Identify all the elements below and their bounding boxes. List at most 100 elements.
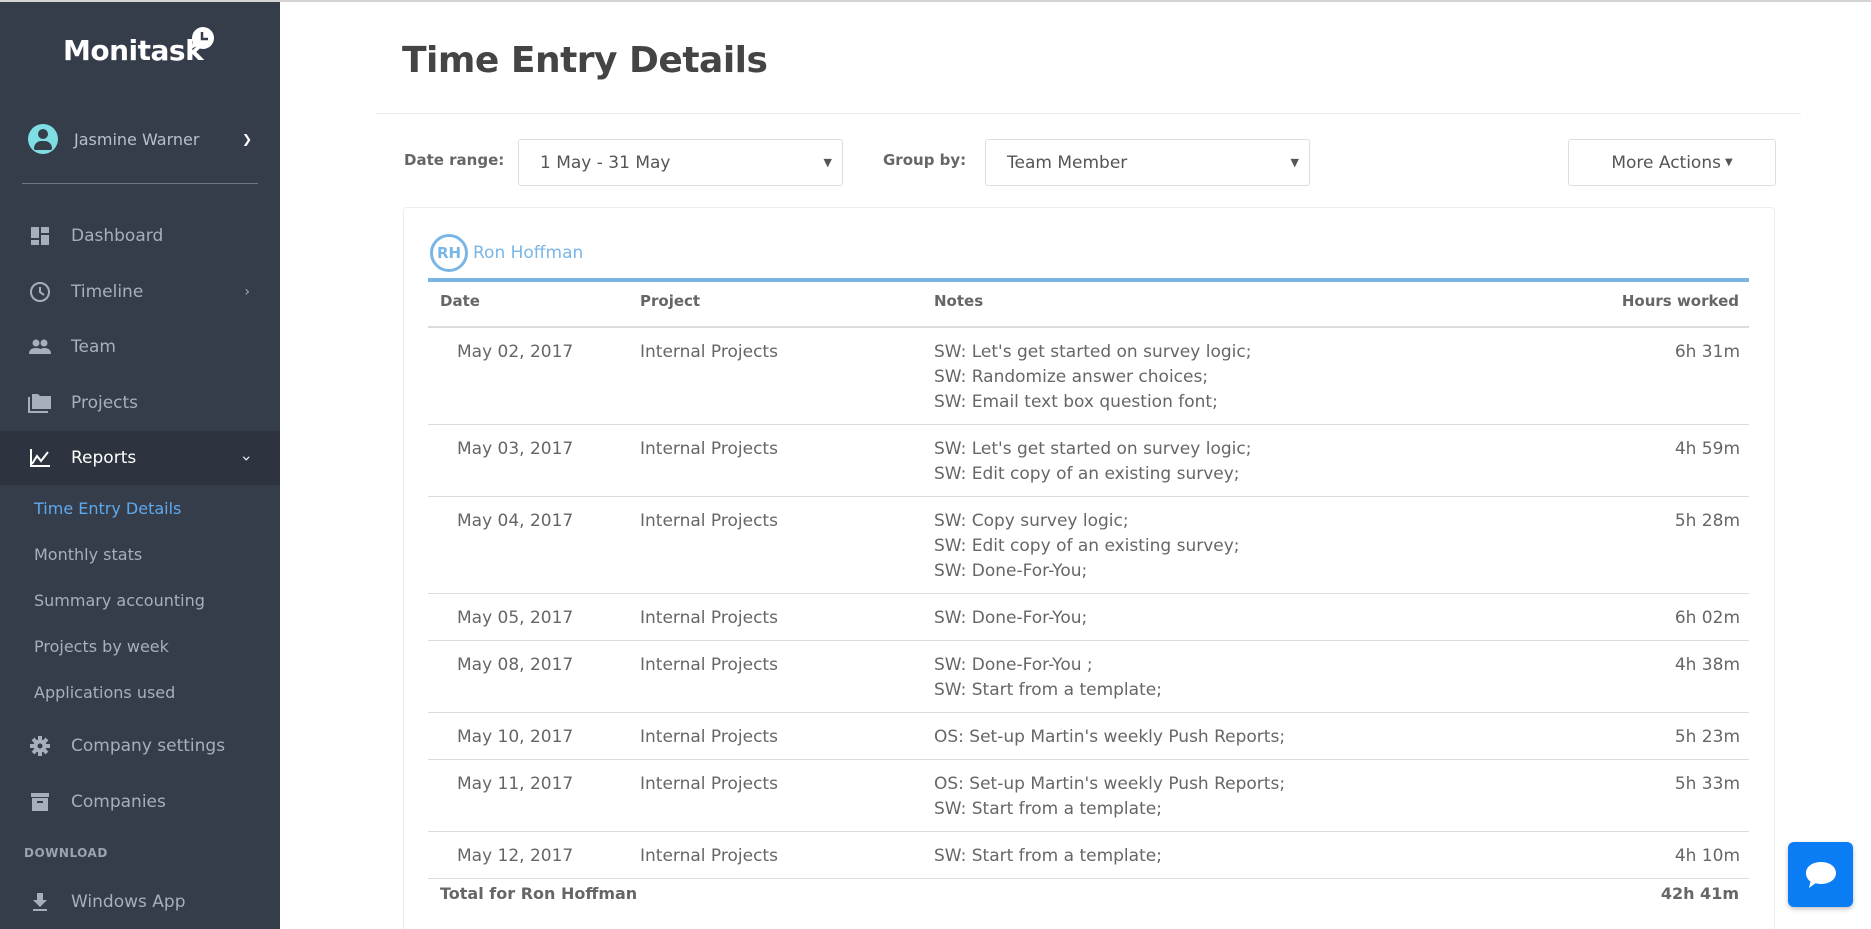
row-project: Internal Projects [640, 655, 778, 675]
member-initials-avatar: RH [430, 234, 468, 272]
sidebar-subitem-summary-accounting[interactable]: Summary accounting [34, 591, 205, 610]
row-hours: 5h 28m [1674, 511, 1740, 531]
note-line: OS: Set-up Martin's weekly Push Reports; [934, 774, 1286, 794]
row-date: May 03, 2017 [457, 439, 574, 459]
row-hours: 5h 33m [1674, 774, 1740, 794]
date-range-label: Date range: [404, 151, 505, 169]
column-header-project: Project [640, 292, 701, 310]
chevron-right-icon: › [244, 284, 250, 300]
note-line: SW: Edit copy of an existing survey; [934, 536, 1240, 556]
caret-down-icon: ▼ [823, 156, 832, 169]
title-divider [376, 113, 1801, 114]
chevron-down-icon: ❯ [241, 132, 252, 146]
caret-down-icon: ▼ [1290, 156, 1299, 169]
note-line: SW: Start from a template; [934, 799, 1162, 819]
folders-icon [28, 391, 52, 415]
sidebar-divider [22, 183, 258, 184]
sidebar-item-label: Dashboard [71, 226, 164, 246]
row-project: Internal Projects [640, 727, 778, 747]
note-line: SW: Edit copy of an existing survey; [934, 464, 1240, 484]
sidebar-item-windows-app[interactable]: Windows App [0, 875, 280, 929]
clock-bubble-icon [191, 27, 214, 49]
column-header-hours-worked: Hours worked [1621, 292, 1739, 310]
sidebar-item-label: Projects [71, 393, 139, 413]
row-hours: 6h 31m [1674, 342, 1740, 362]
caret-down-icon: ▼ [1724, 157, 1733, 168]
note-line: SW: Email text box question font; [934, 392, 1218, 412]
chat-bubble-icon [1805, 861, 1836, 888]
row-project: Internal Projects [640, 774, 778, 794]
date-range-select[interactable]: 1 May - 31 May ▼ [518, 139, 843, 186]
more-actions-button[interactable]: More Actions ▼ [1568, 139, 1776, 186]
row-date: May 02, 2017 [457, 342, 574, 362]
more-actions-label: More Actions [1611, 152, 1721, 173]
sidebar-item-company-settings[interactable]: Company settings [0, 719, 280, 773]
table-row: May 04, 2017 Internal Projects SW: Copy su… [428, 497, 1749, 594]
row-hours: 5h 23m [1674, 727, 1740, 747]
sidebar-item-label: Windows App [71, 892, 186, 912]
sidebar-item-label: Reports [71, 448, 137, 468]
sidebar-item-label: Company settings [71, 736, 226, 756]
row-date: May 11, 2017 [457, 774, 574, 794]
note-line: SW: Let's get started on survey logic; [934, 439, 1252, 459]
row-notes: OS: Set-up Martin's weekly Push Reports; [934, 725, 1285, 750]
table-row: May 05, 2017 Internal Projects SW: Done-Fo… [428, 594, 1749, 641]
row-project: Internal Projects [640, 439, 778, 459]
gear-icon [28, 734, 52, 758]
sidebar-subitem-monthly-stats[interactable]: Monthly stats [34, 545, 142, 564]
row-project: Internal Projects [640, 608, 778, 628]
sidebar-item-team[interactable]: Team [0, 320, 280, 374]
date-range-value: 1 May - 31 May [540, 152, 671, 173]
user-menu[interactable]: Jasmine Warner ❯ [28, 122, 258, 156]
row-hours: 6h 02m [1674, 608, 1740, 628]
sidebar-item-projects[interactable]: Projects [0, 376, 280, 430]
row-notes: SW: Done-For-You; [934, 606, 1087, 631]
group-by-value: Team Member [1007, 152, 1128, 173]
sidebar-subitem-projects-by-week[interactable]: Projects by week [34, 637, 169, 656]
row-hours: 4h 38m [1674, 655, 1740, 675]
table-row: May 08, 2017 Internal Projects SW: Done-Fo… [428, 641, 1749, 713]
total-value: 42h 41m [1660, 884, 1739, 903]
note-line: SW: Done-For-You ; [934, 655, 1093, 675]
column-header-notes: Notes [934, 292, 984, 310]
row-project: Internal Projects [640, 846, 778, 866]
user-name: Jasmine Warner [74, 129, 200, 149]
chart-line-icon [28, 446, 52, 470]
row-notes: SW: Done-For-You ; SW: Start from a templ… [934, 653, 1162, 703]
note-line: OS: Set-up Martin's weekly Push Reports; [934, 727, 1286, 747]
window-top-border [0, 0, 1871, 2]
app-logo[interactable]: Monitask [63, 34, 204, 67]
archive-box-icon [28, 790, 52, 814]
row-notes: SW: Let's get started on survey logic; SW… [934, 340, 1251, 415]
sidebar-item-reports[interactable]: Reports › [0, 431, 280, 485]
member-name[interactable]: Ron Hoffman [473, 243, 583, 263]
sidebar-item-dashboard[interactable]: Dashboard [0, 209, 280, 263]
sidebar: Monitask Jasmine Warner ❯ Dashboard Time… [0, 0, 280, 929]
table-row: May 02, 2017 Internal Projects SW: Let's g… [428, 328, 1749, 425]
table-row: May 11, 2017 Internal Projects OS: Set-up … [428, 760, 1749, 832]
sidebar-item-timeline[interactable]: Timeline › [0, 265, 280, 319]
row-hours: 4h 59m [1674, 439, 1740, 459]
row-date: May 12, 2017 [457, 846, 574, 866]
table-row: May 03, 2017 Internal Projects SW: Let's g… [428, 425, 1749, 497]
sidebar-item-companies[interactable]: Companies [0, 775, 280, 829]
table-row: May 12, 2017 Internal Projects SW: Start f… [428, 832, 1749, 879]
dashboard-icon [28, 224, 52, 248]
clock-icon [28, 280, 52, 304]
chat-button[interactable] [1788, 842, 1853, 907]
note-line: SW: Start from a template; [934, 680, 1162, 700]
row-project: Internal Projects [640, 511, 778, 531]
group-by-select[interactable]: Team Member ▼ [985, 139, 1310, 186]
row-date: May 04, 2017 [457, 511, 574, 531]
row-hours: 4h 10m [1674, 846, 1740, 866]
sidebar-subitem-time-entry-details[interactable]: Time Entry Details [34, 499, 181, 518]
column-header-date: Date [440, 292, 480, 310]
download-icon [28, 890, 52, 914]
row-notes: SW: Let's get started on survey logic; SW… [934, 437, 1251, 487]
sidebar-subitem-applications-used[interactable]: Applications used [34, 683, 175, 702]
sidebar-item-label: Team [71, 337, 116, 357]
member-divider [428, 278, 1749, 282]
table-row: May 10, 2017 Internal Projects OS: Set-up … [428, 713, 1749, 760]
note-line: SW: Start from a template; [934, 846, 1162, 866]
section-label-download: DOWNLOAD [24, 846, 108, 860]
